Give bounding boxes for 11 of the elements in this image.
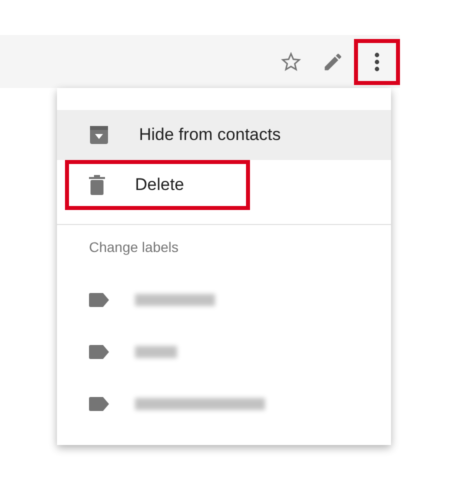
trash-icon [89, 175, 105, 195]
label-icon [89, 397, 109, 411]
section-title: Change labels [88, 238, 180, 257]
archive-icon [89, 125, 109, 145]
label-icon [89, 345, 109, 359]
menu-item[interactable]: Hide from contacts [57, 110, 391, 160]
label-icon [89, 293, 109, 307]
pencil-icon [322, 50, 344, 72]
star-icon [280, 50, 302, 72]
more-icon [374, 52, 380, 72]
menu-item[interactable]: Delete [65, 160, 250, 210]
